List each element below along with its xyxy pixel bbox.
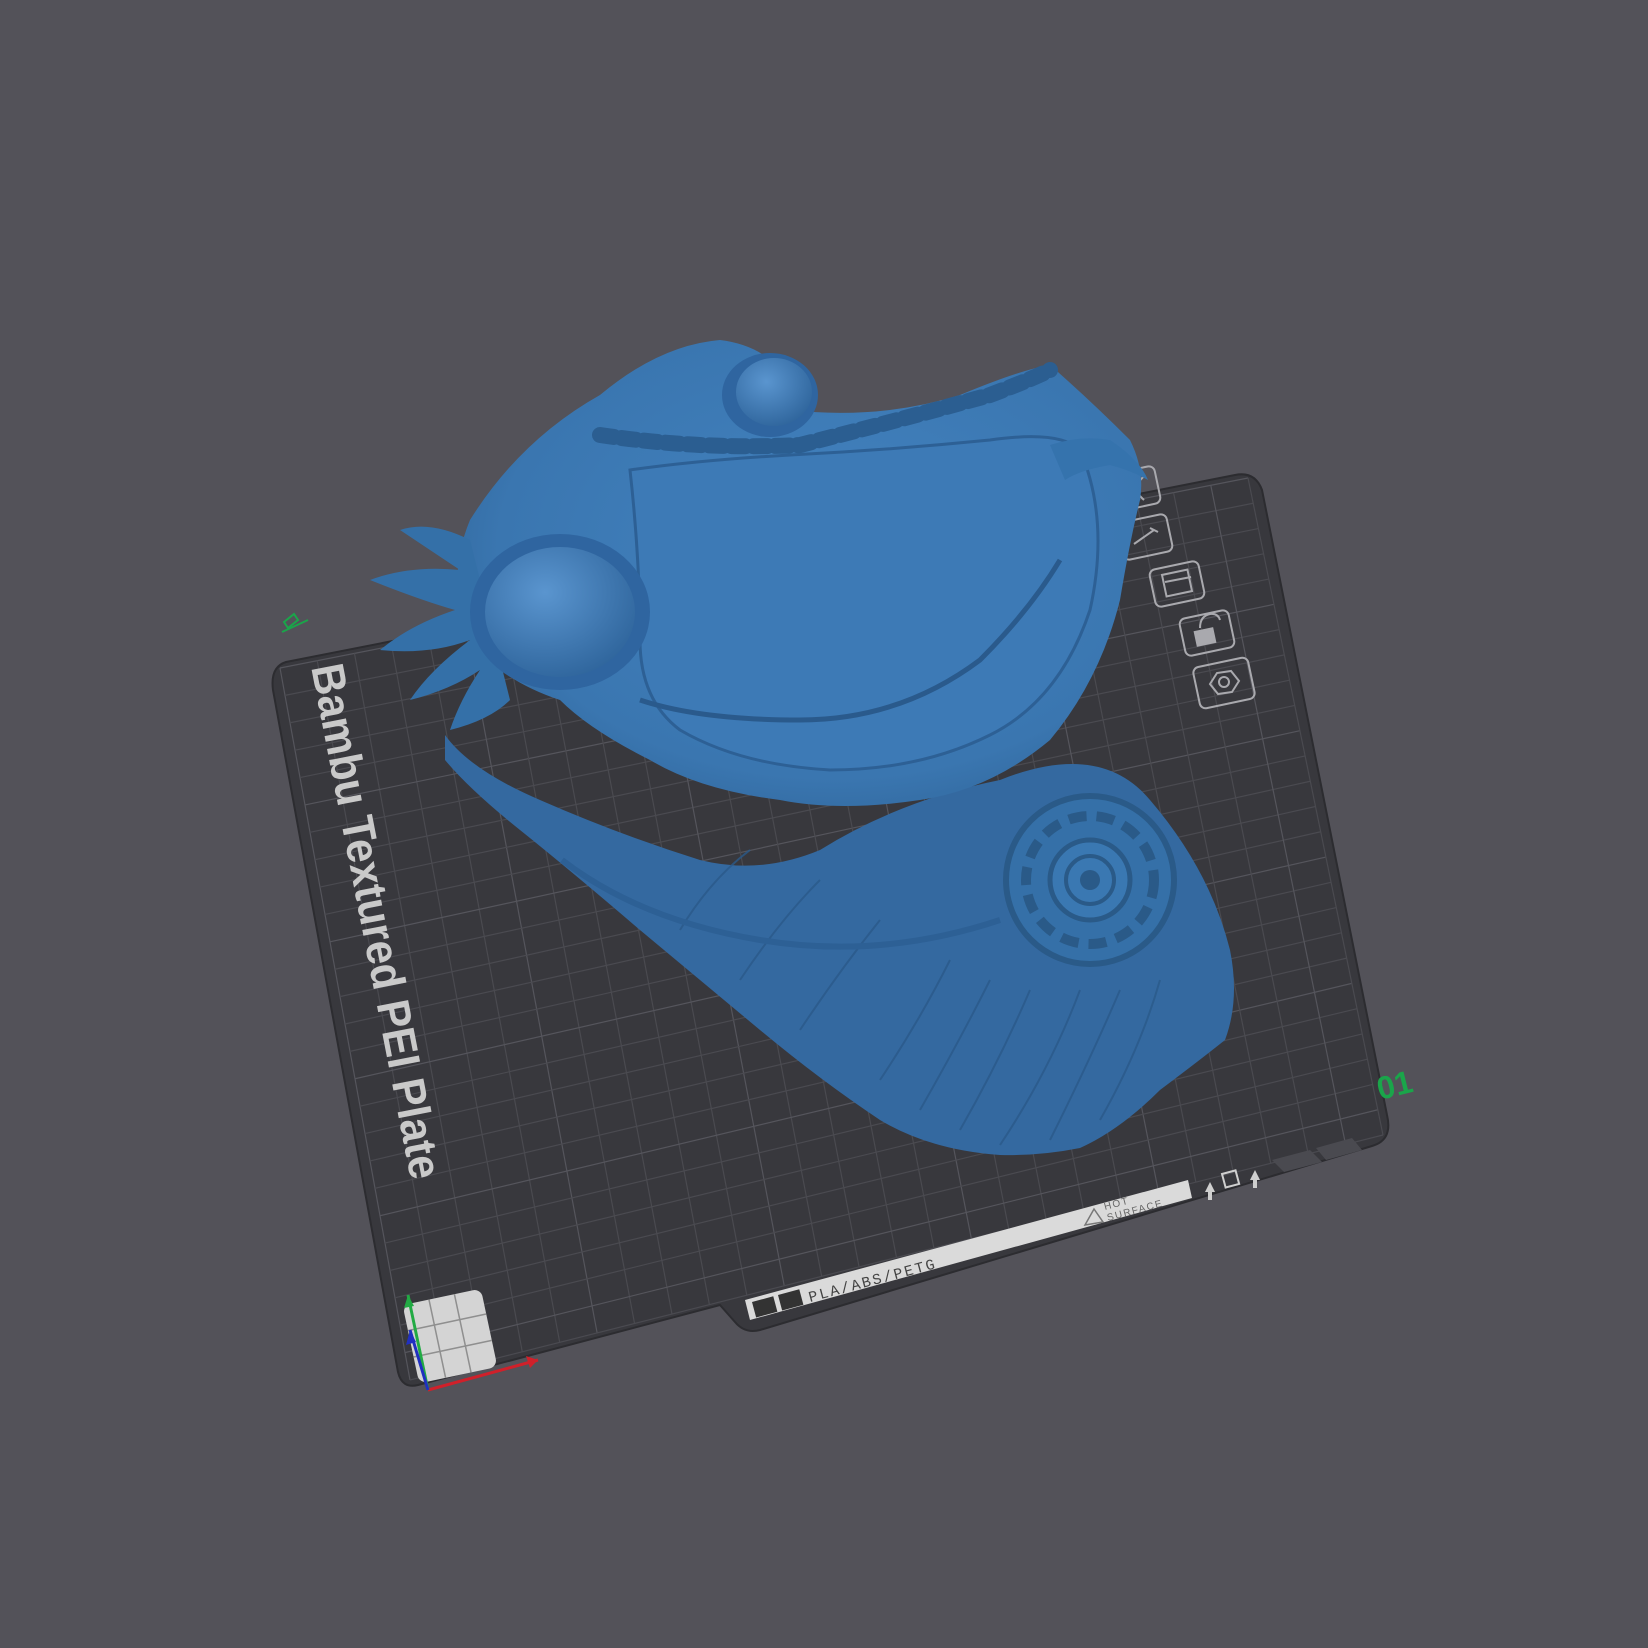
plate-number[interactable]: 01: [1373, 1063, 1416, 1107]
viewport-canvas[interactable]: PLA/ABS/PETG HOT SURFACE Bambu Textured …: [0, 0, 1648, 1648]
plate-edit-mark-icon[interactable]: [281, 612, 309, 633]
model-eye-right: [722, 353, 818, 437]
model-medallion: [1003, 793, 1177, 967]
3d-viewport[interactable]: PLA/ABS/PETG HOT SURFACE Bambu Textured …: [0, 0, 1648, 1648]
model-eye-left: [470, 534, 650, 690]
